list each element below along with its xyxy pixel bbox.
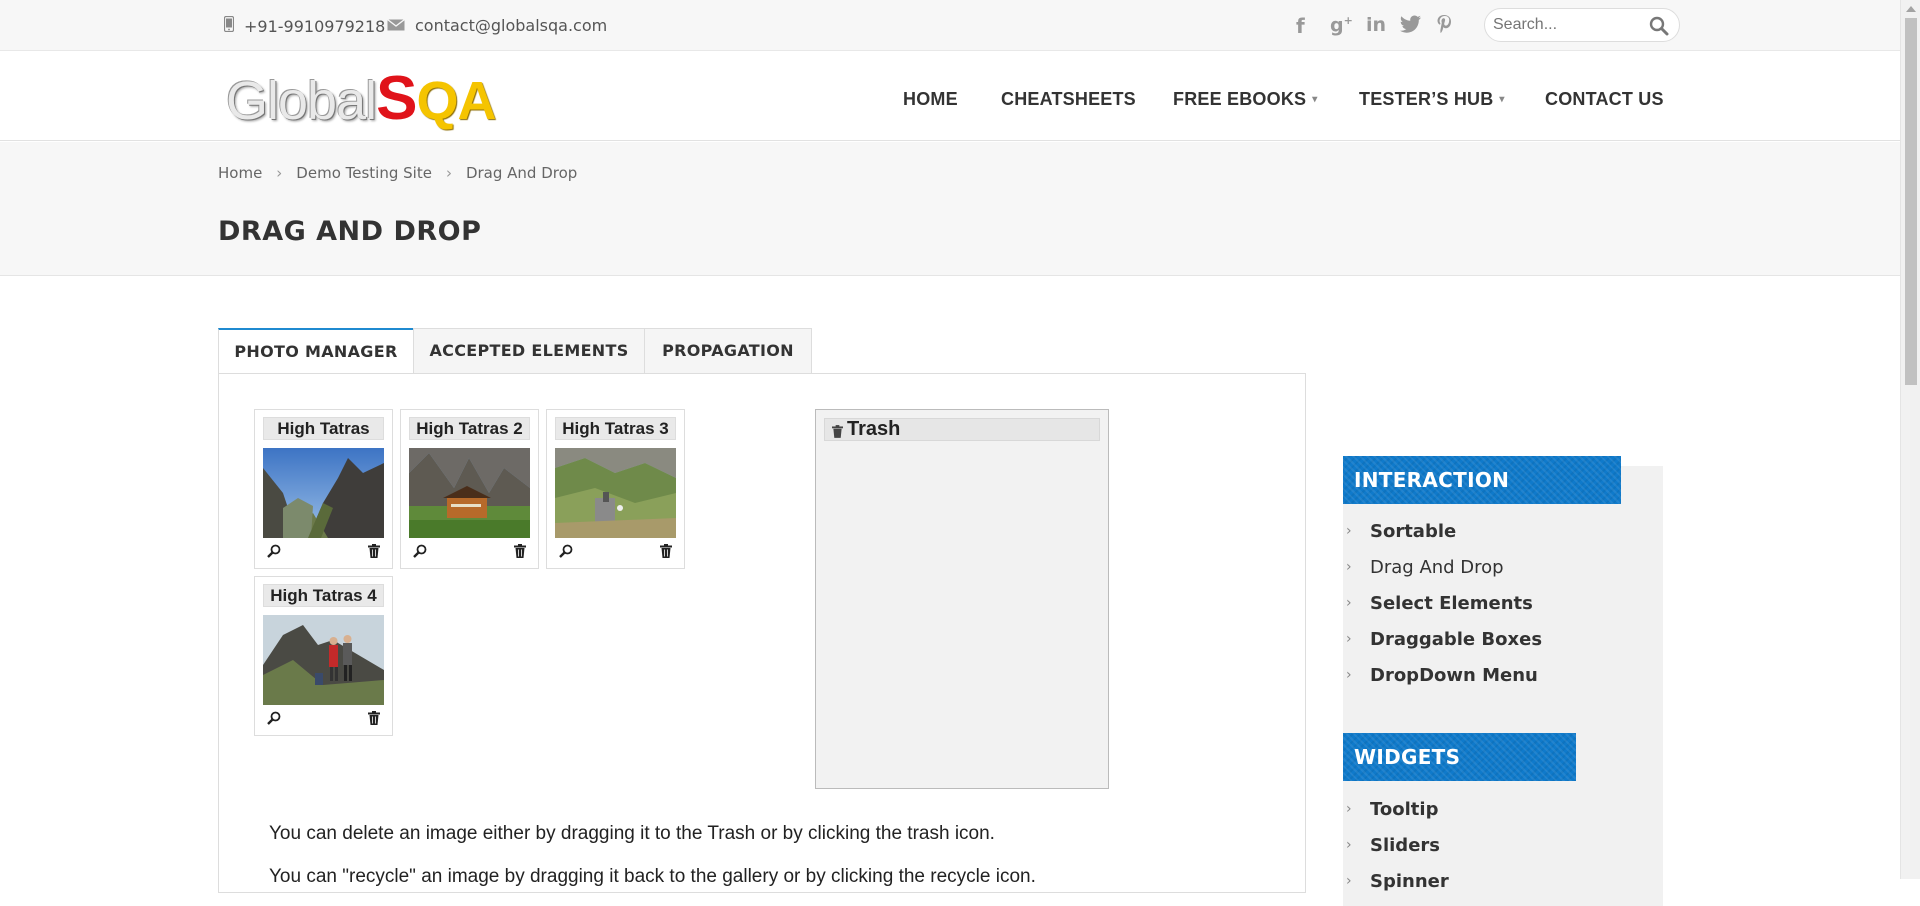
gallery-item[interactable]: High Tatras 3 [546, 409, 685, 569]
logo-s: S [376, 64, 417, 133]
email-address[interactable]: contact@globalsqa.com [415, 16, 607, 35]
chevron-down-icon: ▾ [1499, 94, 1505, 105]
trash-icon[interactable] [514, 544, 526, 558]
pinterest-icon[interactable] [1436, 14, 1452, 39]
breadcrumb-separator: › [445, 164, 452, 182]
zoom-icon[interactable] [267, 711, 281, 725]
linkedin-icon[interactable]: in [1366, 14, 1386, 36]
gallery-item-title: High Tatras [263, 417, 384, 440]
nav-testers-hub[interactable]: TESTER’S HUB ▾ [1359, 89, 1505, 110]
google-plus-icon[interactable]: g+ [1330, 14, 1353, 36]
nav-free-ebooks-label: FREE EBOOKS [1173, 89, 1307, 109]
logo-qa: QA [416, 71, 496, 131]
mountain-photo[interactable] [409, 448, 530, 538]
search-icon[interactable] [1649, 16, 1669, 36]
sidebar-item-label: Sliders [1370, 835, 1440, 856]
chevron-right-icon: › [1346, 801, 1352, 817]
trash-icon[interactable] [660, 544, 672, 558]
chevron-right-icon: › [1346, 873, 1352, 889]
sidebar-item-drag-and-drop[interactable]: › Drag And Drop [1346, 557, 1504, 578]
zoom-icon[interactable] [267, 544, 281, 558]
breadcrumb-separator: › [276, 164, 283, 182]
chevron-right-icon: › [1346, 631, 1352, 647]
page-scrollbar[interactable] [1900, 0, 1920, 879]
site-logo[interactable]: GlobalSQA [226, 68, 496, 130]
envelope-icon [387, 16, 405, 35]
chevron-right-icon: › [1346, 559, 1352, 575]
description-line: You can delete an image either by draggi… [269, 823, 995, 844]
gallery-item[interactable]: High Tatras [254, 409, 393, 569]
sidebar-item-label: Tooltip [1370, 799, 1439, 820]
page-header-bar: Home › Demo Testing Site › Drag And Drop DRA… [0, 142, 1900, 276]
sidebar-item-label: Draggable Boxes [1370, 629, 1543, 650]
mountain-photo[interactable] [263, 448, 384, 538]
sidebar-heading-widgets: WIDGETS [1343, 733, 1576, 781]
email-contact[interactable]: contact@globalsqa.com [387, 16, 607, 35]
breadcrumb-home[interactable]: Home [218, 164, 262, 182]
page-title: DRAG AND DROP [218, 216, 482, 247]
logo-global: Global [226, 71, 377, 131]
phone-icon [223, 15, 235, 36]
trash-header: Trash [824, 418, 1100, 441]
sidebar-item-label: Select Elements [1370, 593, 1533, 614]
trash-icon[interactable] [368, 544, 380, 558]
gallery-item-title: High Tatras 4 [263, 584, 384, 607]
nav-cheatsheets[interactable]: CHEATSHEETS [1001, 89, 1136, 110]
breadcrumb: Home › Demo Testing Site › Drag And Drop [218, 164, 577, 182]
sidebar-item-draggable-boxes[interactable]: › Draggable Boxes [1346, 629, 1543, 650]
sidebar-item-label: Sortable [1370, 521, 1457, 542]
chevron-right-icon: › [1346, 523, 1352, 539]
tab-accepted-elements[interactable]: ACCEPTED ELEMENTS [413, 328, 645, 374]
breadcrumb-demo-testing-site[interactable]: Demo Testing Site [296, 164, 432, 182]
sidebar-item-tooltip[interactable]: › Tooltip [1346, 799, 1439, 820]
chevron-down-icon: ▾ [1312, 94, 1318, 105]
sidebar-item-select-elements[interactable]: › Select Elements [1346, 593, 1533, 614]
mountain-photo[interactable] [263, 615, 384, 705]
facebook-icon[interactable]: f [1296, 14, 1305, 38]
trash-icon[interactable] [368, 711, 380, 725]
nav-contact-us[interactable]: CONTACT US [1545, 89, 1664, 110]
breadcrumb-current: Drag And Drop [465, 164, 578, 182]
scroll-up-arrow-icon[interactable] [1906, 6, 1916, 12]
sidebar-heading-interaction: INTERACTION [1343, 456, 1621, 504]
sidebar-item-label: DropDown Menu [1370, 665, 1538, 686]
scrollbar-thumb[interactable] [1905, 18, 1917, 385]
gallery-item[interactable]: High Tatras 4 [254, 576, 393, 736]
zoom-icon[interactable] [413, 544, 427, 558]
chevron-right-icon: › [1346, 595, 1352, 611]
site-header: GlobalSQA HOME CHEATSHEETS FREE EBOOKS ▾ … [0, 51, 1900, 141]
gallery-item[interactable]: High Tatras 2 [400, 409, 539, 569]
phone-number: +91-9910979218 [244, 17, 386, 36]
chevron-right-icon: › [1346, 837, 1352, 853]
sidebar-item-sliders[interactable]: › Sliders [1346, 835, 1440, 856]
description-line: You can "recycle" an image by dragging i… [269, 866, 1036, 887]
chevron-right-icon: › [1346, 667, 1352, 683]
sidebar-item-label: Drag And Drop [1370, 557, 1504, 578]
trash-icon [832, 422, 843, 438]
search-input[interactable] [1493, 15, 1643, 35]
zoom-icon[interactable] [559, 544, 573, 558]
sidebar-item-dropdown-menu[interactable]: › DropDown Menu [1346, 665, 1538, 686]
trash-title: Trash [847, 418, 901, 440]
search-box[interactable] [1484, 8, 1680, 42]
sidebar-item-sortable[interactable]: › Sortable [1346, 521, 1457, 542]
mountain-photo[interactable] [555, 448, 676, 538]
sidebar-item-label: Spinner [1370, 871, 1449, 892]
twitter-icon[interactable] [1400, 14, 1422, 38]
nav-free-ebooks[interactable]: FREE EBOOKS ▾ [1173, 89, 1317, 110]
phone-contact: +91-9910979218 [223, 15, 386, 36]
tab-propagation[interactable]: PROPAGATION [644, 328, 812, 374]
top-bar: +91-9910979218 contact@globalsqa.com f g… [0, 0, 1900, 51]
nav-home[interactable]: HOME [903, 89, 958, 110]
sidebar-item-spinner[interactable]: › Spinner [1346, 871, 1449, 892]
nav-testers-hub-label: TESTER’S HUB [1359, 89, 1494, 109]
tab-photo-manager[interactable]: PHOTO MANAGER [218, 328, 414, 375]
gallery-item-title: High Tatras 2 [409, 417, 530, 440]
trash-drop-zone[interactable]: Trash [815, 409, 1109, 789]
gallery-item-title: High Tatras 3 [555, 417, 676, 440]
